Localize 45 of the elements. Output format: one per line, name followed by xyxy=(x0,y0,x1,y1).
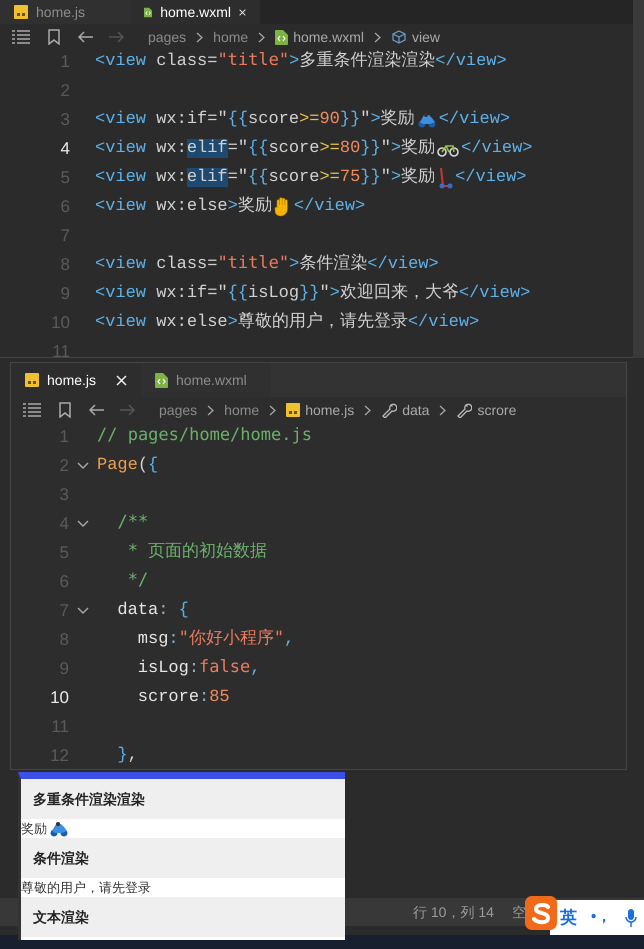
breadcrumb-item[interactable]: home.wxml xyxy=(293,26,364,48)
code-text: msg:"你好小程序", xyxy=(136,627,294,652)
code-text: <view wx:if="{{isLog}}">欢迎回来，大爷</view> xyxy=(95,281,530,306)
code-text: isLog:false, xyxy=(136,656,260,680)
preview-text: 奖励 xyxy=(21,820,47,838)
code-text: <view wx:else>尊敬的用户，请先登录</view> xyxy=(95,310,480,334)
ime-punctuation[interactable]: •， xyxy=(591,906,612,929)
section-title: 条件渲染 xyxy=(33,848,89,868)
code-text: scrore:85 xyxy=(136,686,230,709)
code-text: data: { xyxy=(116,600,189,622)
tab[interactable]: home.wxml xyxy=(130,0,260,24)
breadcrumb-item[interactable]: scrore xyxy=(477,400,516,420)
cursor-position: 行 10，列 14 xyxy=(413,902,494,922)
breadcrumb-item[interactable]: view xyxy=(412,26,440,48)
line-number: 4 xyxy=(60,138,70,160)
code-text: <view wx:if="{{score>=90}}">奖励 xyxy=(95,107,415,132)
code-text: <view class="title">多重条件渲染渲染</view> xyxy=(95,49,507,74)
tab[interactable]: home.js xyxy=(0,0,130,24)
code-text: <view wx:else>奖励 xyxy=(95,194,272,218)
code-text: </view> xyxy=(438,108,510,131)
code-text: <view wx:elif="{{score>=80}}">奖励 xyxy=(95,136,436,160)
code-text: // pages/home/home.js xyxy=(97,424,312,448)
code-text: }, xyxy=(116,744,138,767)
code-text: <view class="title">条件渲染</view> xyxy=(95,252,439,276)
code-text: </view> xyxy=(294,196,366,218)
breadcrumb-item[interactable]: pages xyxy=(148,26,186,48)
code-text: Page({ xyxy=(97,454,158,477)
section-title: 多重条件渲染渲染 xyxy=(33,790,145,808)
code-text: </view> xyxy=(461,138,533,160)
code-text: * 页面的初始数据 xyxy=(126,540,268,564)
code-text: </view> xyxy=(455,166,527,189)
section-title: 文本渲染 xyxy=(33,908,89,926)
breadcrumb-item[interactable]: data xyxy=(402,400,430,420)
breadcrumb-item[interactable]: home.js xyxy=(305,400,354,420)
indent-setting[interactable]: 空 xyxy=(512,902,526,922)
code-text: */ xyxy=(126,569,148,592)
breadcrumb-item[interactable]: home xyxy=(224,400,260,420)
preview-text: 尊敬的用户，请先登录 xyxy=(21,878,151,897)
breadcrumb-item[interactable]: pages xyxy=(159,400,198,420)
breadcrumb-item[interactable]: home xyxy=(213,26,248,48)
line-number: 10 xyxy=(49,686,69,709)
code-text: /** xyxy=(116,511,148,534)
code-text: <view wx:elif="{{score>=75}}">奖励 xyxy=(95,165,436,190)
ime-language[interactable]: 英 xyxy=(560,904,577,930)
tab[interactable]: home.js xyxy=(11,363,141,397)
